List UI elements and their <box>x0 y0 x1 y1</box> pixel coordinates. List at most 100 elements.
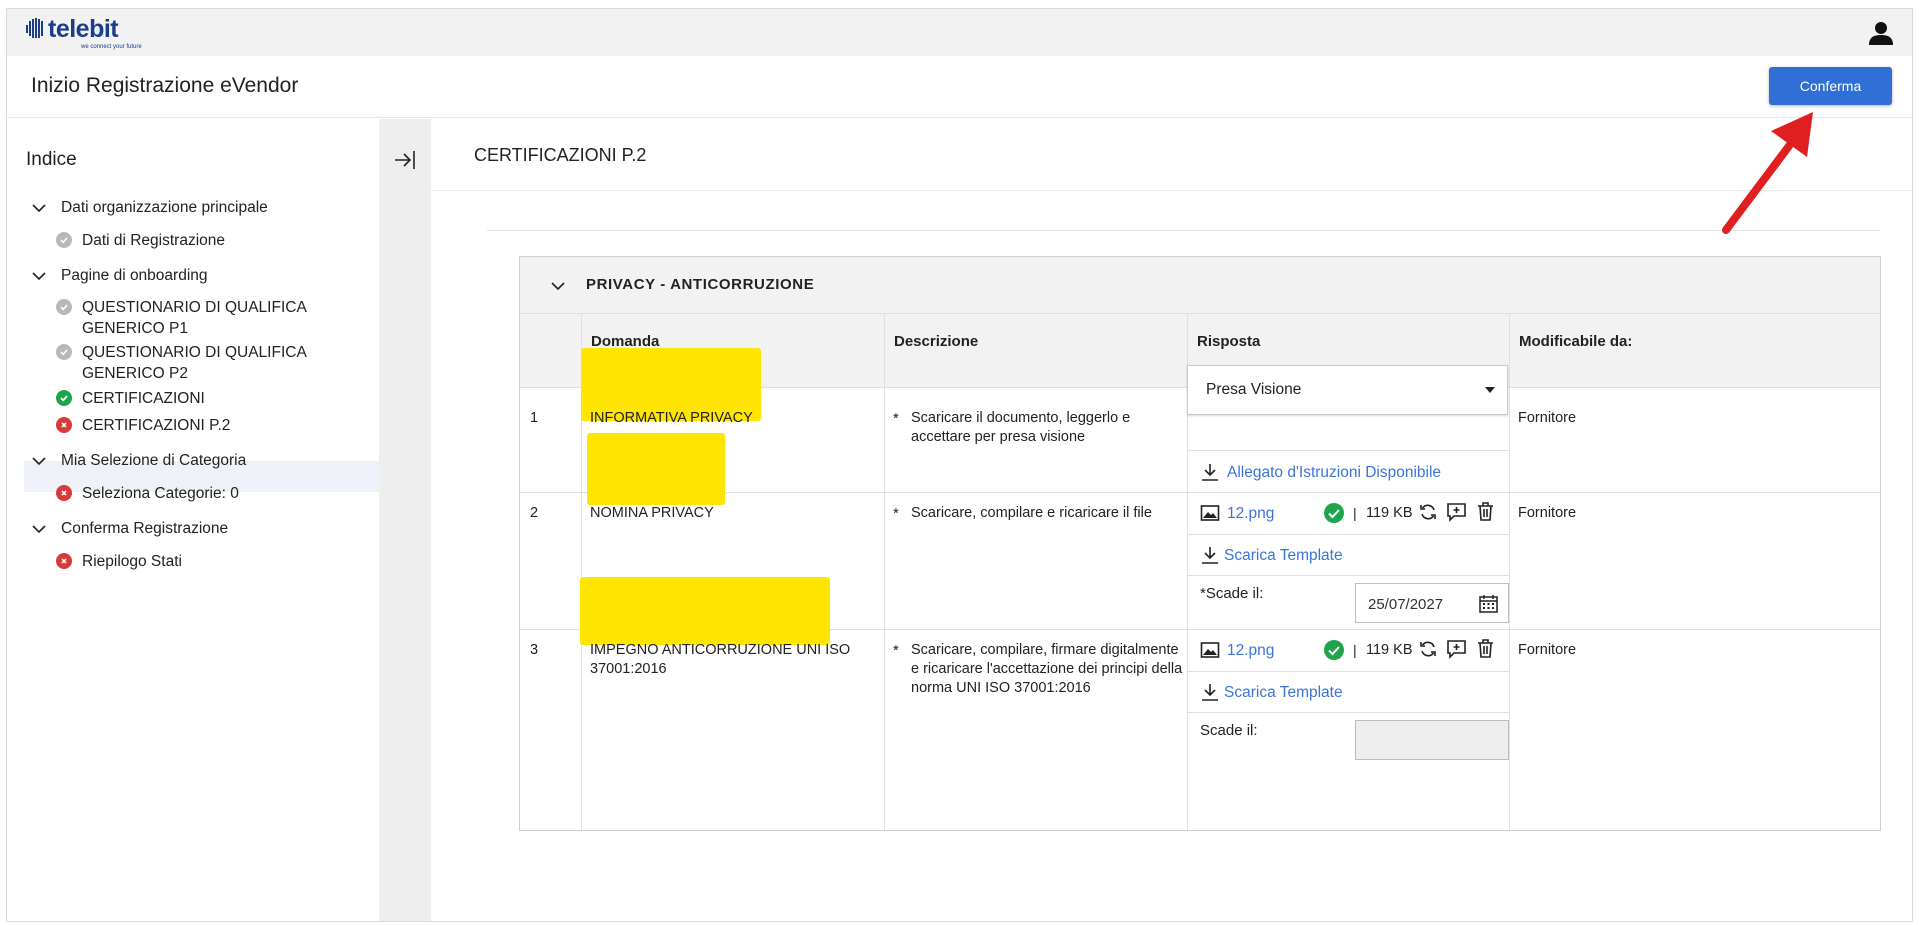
uploaded-file-link[interactable]: 12.png <box>1227 641 1274 660</box>
status-error-icon <box>56 553 72 569</box>
title-bar: Inizio Registrazione eVendor Conferma <box>7 56 1912 118</box>
yellow-highlight <box>580 577 830 645</box>
check-circle-icon <box>1324 503 1344 523</box>
row-number: 3 <box>530 642 539 658</box>
sidebar-group-label: Mia Selezione di Categoria <box>61 452 247 469</box>
telebit-logo[interactable]: telebit we connect your future <box>25 17 142 50</box>
page-title: Inizio Registrazione eVendor <box>31 74 299 97</box>
sidebar-item-label: QUESTIONARIO DI QUALIFICA GENERICO P1 <box>82 299 307 337</box>
sidebar-item-certificazioni[interactable]: CERTIFICAZIONI <box>56 388 205 409</box>
sidebar-group-label: Conferma Registrazione <box>61 520 229 537</box>
section-title: CERTIFICAZIONI P.2 <box>474 145 647 165</box>
sidebar-item-label: CERTIFICAZIONI P.2 <box>82 417 231 434</box>
add-comment-icon[interactable] <box>1446 502 1467 522</box>
date-value: 25/07/2027 <box>1368 596 1444 613</box>
file-size: 119 KB <box>1366 505 1413 521</box>
trash-icon[interactable] <box>1476 638 1495 659</box>
sidebar-item-dati-registrazione[interactable]: Dati di Registrazione <box>56 230 225 251</box>
logo-wave-icon <box>26 18 43 38</box>
sidebar-item-label: Dati di Registrazione <box>82 232 226 249</box>
status-ok-icon <box>56 390 72 406</box>
sidebar-group-label: Dati organizzazione principale <box>61 199 268 216</box>
refresh-icon[interactable] <box>1418 639 1438 659</box>
sidebar-group-pagine-onboarding[interactable]: Pagine di onboarding <box>31 267 208 285</box>
column-divider <box>884 314 885 830</box>
panel-header[interactable]: PRIVACY - ANTICORRUZIONE <box>520 257 1880 314</box>
chevron-down-icon <box>32 204 46 213</box>
domanda-text: INFORMATIVA PRIVACY <box>590 410 753 426</box>
scade-label: *Scade il: <box>1200 585 1264 602</box>
privacy-anticorruzione-panel: PRIVACY - ANTICORRUZIONE Domanda Descriz… <box>519 256 1881 831</box>
app-window: telebit we connect your future Inizio Re… <box>6 8 1913 922</box>
row-number: 1 <box>530 410 539 426</box>
sidebar-item-certificazioni-p2[interactable]: CERTIFICAZIONI P.2 <box>56 415 230 436</box>
status-error-icon <box>56 417 72 433</box>
sidebar-title: Indice <box>26 149 77 170</box>
descrizione-text: * Scaricare il documento, leggerlo e acc… <box>893 409 1178 447</box>
required-mark: * <box>893 642 899 659</box>
file-size: 119 KB <box>1366 642 1413 658</box>
sidebar-item-riepilogo-stati[interactable]: Riepilogo Stati <box>56 551 182 572</box>
descrizione-value: Scaricare il documento, leggerlo e accet… <box>911 410 1131 445</box>
risposta-select[interactable]: Presa Visione <box>1187 365 1508 415</box>
image-file-icon <box>1200 642 1220 658</box>
sidebar-item-label: QUESTIONARIO DI QUALIFICA GENERICO P2 <box>82 344 307 382</box>
sidebar-group-label: Pagine di onboarding <box>61 267 208 284</box>
sidebar-item-seleziona-categorie[interactable]: Seleziona Categorie: 0 <box>56 483 239 504</box>
chevron-down-icon <box>32 525 46 534</box>
status-grey-icon <box>56 299 72 315</box>
required-mark: * <box>893 505 899 522</box>
descrizione-text: * Scaricare, compilare e ricaricare il f… <box>893 504 1178 523</box>
add-comment-icon[interactable] <box>1446 639 1467 659</box>
sidebar-item-questionario-p1[interactable]: QUESTIONARIO DI QUALIFICA GENERICO P1 <box>56 297 307 339</box>
collapse-sidebar-icon[interactable] <box>392 147 418 173</box>
column-header-number <box>520 314 581 388</box>
descrizione-text: * Scaricare, compilare, firmare digitalm… <box>893 641 1183 698</box>
chevron-down-icon <box>32 272 46 281</box>
status-grey-icon <box>56 232 72 248</box>
trash-icon[interactable] <box>1476 501 1495 522</box>
modificabile-value: Fornitore <box>1518 642 1577 658</box>
download-icon[interactable] <box>1200 545 1220 565</box>
sidebar-item-label: Riepilogo Stati <box>82 553 182 570</box>
logo-tagline: we connect your future <box>81 44 142 50</box>
sidebar-group-selezione-categoria[interactable]: Mia Selezione di Categoria <box>31 452 246 470</box>
cell-divider <box>1187 671 1509 672</box>
cell-divider <box>1187 575 1509 576</box>
column-header-descrizione: Descrizione <box>884 314 1187 388</box>
refresh-icon[interactable] <box>1418 502 1438 522</box>
top-bar: telebit we connect your future <box>7 9 1912 56</box>
allegato-istruzioni-link[interactable]: Allegato d'Istruzioni Disponibile <box>1227 463 1441 482</box>
status-error-icon <box>56 485 72 501</box>
sidebar-group-dati-organizzazione[interactable]: Dati organizzazione principale <box>31 199 268 217</box>
scade-date-input[interactable]: 25/07/2027 <box>1355 583 1509 623</box>
chevron-down-icon[interactable] <box>550 278 566 294</box>
sidebar-item-questionario-p2[interactable]: QUESTIONARIO DI QUALIFICA GENERICO P2 <box>56 342 307 384</box>
cell-divider <box>1187 534 1509 535</box>
select-value: Presa Visione <box>1206 381 1302 398</box>
row-number: 2 <box>530 505 539 521</box>
modificabile-value: Fornitore <box>1518 505 1577 521</box>
calendar-icon[interactable] <box>1479 594 1498 613</box>
sidebar-item-label: Seleziona Categorie: 0 <box>82 485 239 502</box>
scarica-template-link[interactable]: Scarica Template <box>1224 546 1343 565</box>
divider <box>431 190 1912 191</box>
sidebar-group-conferma-registrazione[interactable]: Conferma Registrazione <box>31 520 228 538</box>
sidebar-index: Indice Dati organizzazione principale Da… <box>7 119 379 921</box>
panel-title: PRIVACY - ANTICORRUZIONE <box>586 276 815 293</box>
column-divider <box>1509 314 1510 830</box>
uploaded-file-link[interactable]: 12.png <box>1227 504 1274 523</box>
dropdown-caret-icon <box>1485 387 1495 393</box>
download-icon[interactable] <box>1200 462 1220 482</box>
user-icon[interactable] <box>1868 20 1894 46</box>
image-file-icon <box>1200 505 1220 521</box>
separator: | <box>1353 642 1357 658</box>
sidebar-collapse-strip <box>379 119 431 921</box>
domanda-text: NOMINA PRIVACY <box>590 505 714 521</box>
download-icon[interactable] <box>1200 682 1220 702</box>
scarica-template-link[interactable]: Scarica Template <box>1224 683 1343 702</box>
cell-divider <box>1187 450 1509 451</box>
confirm-button[interactable]: Conferma <box>1769 67 1892 105</box>
scade-label: Scade il: <box>1200 722 1258 739</box>
status-grey-icon <box>56 344 72 360</box>
